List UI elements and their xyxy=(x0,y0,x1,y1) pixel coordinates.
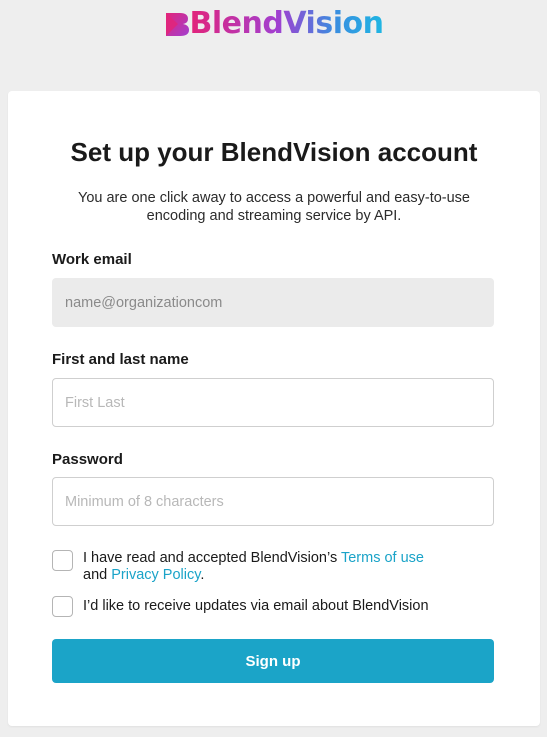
signup-card: Set up your BlendVision account You are … xyxy=(8,91,540,726)
name-input[interactable] xyxy=(52,378,494,427)
work-email-field: name@organizationcom xyxy=(52,278,494,327)
terms-text: I have read and accepted BlendVision’s T… xyxy=(83,550,424,584)
terms-of-use-link[interactable]: Terms of use xyxy=(341,550,424,566)
name-label: First and last name xyxy=(52,351,189,368)
updates-checkbox[interactable] xyxy=(52,596,73,617)
page-title: Set up your BlendVision account xyxy=(70,137,478,167)
terms-row: I have read and accepted BlendVision’s T… xyxy=(52,550,492,584)
logo-wordmark: BlendVision xyxy=(189,6,384,41)
privacy-policy-link[interactable]: Privacy Policy xyxy=(111,567,200,583)
password-label: Password xyxy=(52,451,123,468)
brand-logo: BlendVision xyxy=(0,6,547,46)
sign-up-button[interactable]: Sign up xyxy=(52,639,494,683)
work-email-label: Work email xyxy=(52,251,132,268)
terms-text-before: I have read and accepted BlendVision’s xyxy=(83,550,341,566)
page-subtitle: You are one click away to access a power… xyxy=(78,190,470,224)
updates-text: I’d like to receive updates via email ab… xyxy=(83,598,429,614)
updates-row: I’d like to receive updates via email ab… xyxy=(52,596,492,617)
terms-checkbox[interactable] xyxy=(52,550,73,571)
terms-text-after: . xyxy=(200,567,205,583)
password-input[interactable] xyxy=(52,477,494,526)
terms-text-and: and xyxy=(83,567,112,583)
blendvision-logo-icon xyxy=(165,12,189,36)
